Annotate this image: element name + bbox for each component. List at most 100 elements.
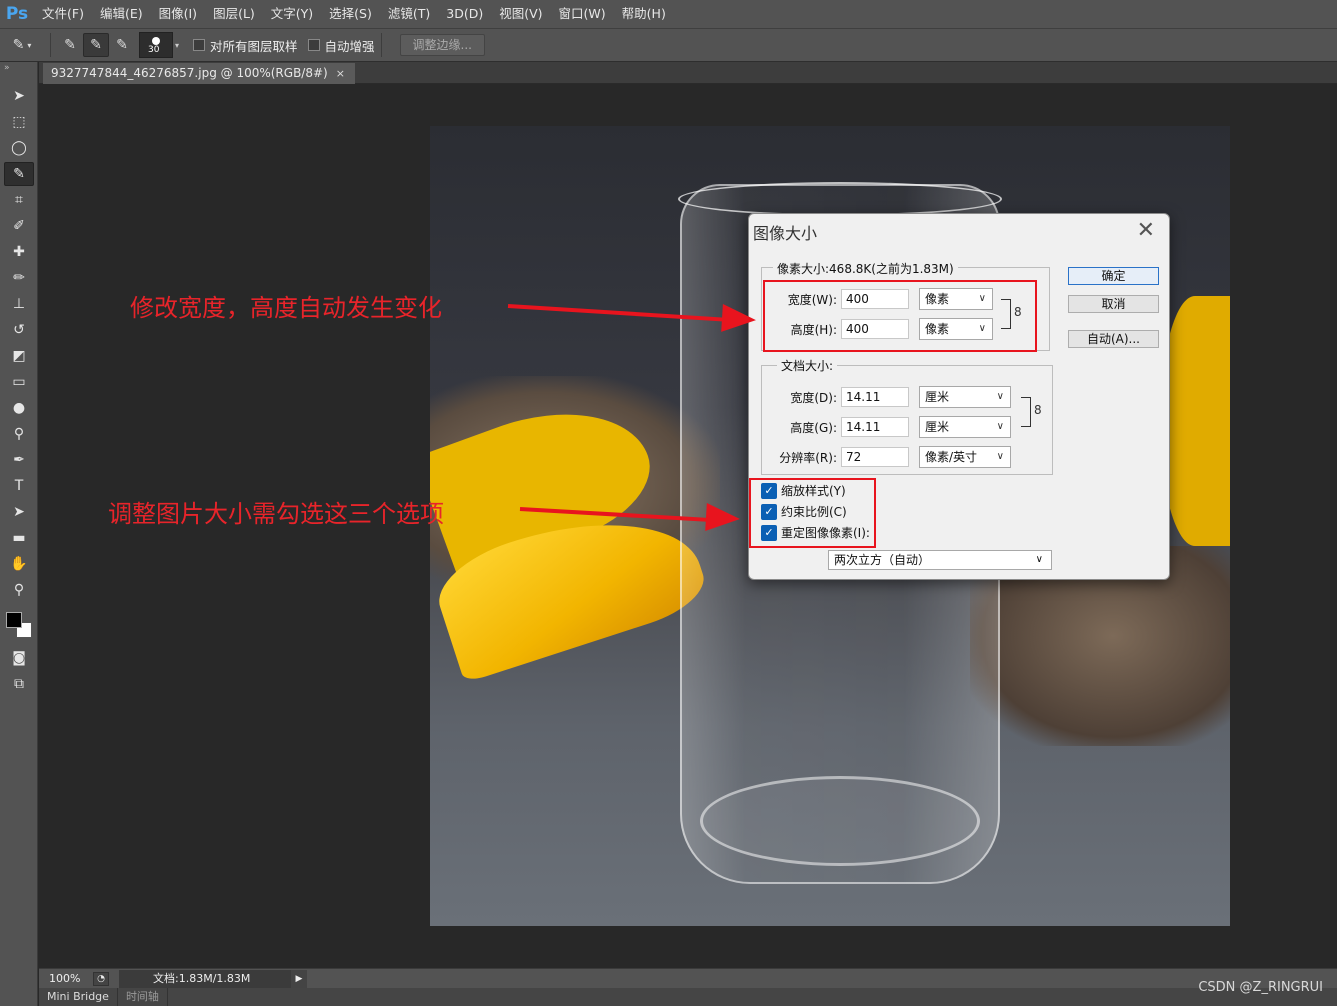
menu-window[interactable]: 窗口(W) — [551, 0, 614, 28]
menu-view[interactable]: 视图(V) — [491, 0, 550, 28]
doc-height-input[interactable]: 14.11 — [841, 417, 909, 437]
brush-tool-icon[interactable]: ✏ — [4, 266, 34, 290]
move-tool-icon[interactable]: ➤ — [4, 84, 34, 108]
pen-tool-icon[interactable]: ✒ — [4, 448, 34, 472]
quick-selection-icon: ✎ — [12, 37, 25, 53]
auto-button[interactable]: 自动(A)... — [1068, 330, 1159, 348]
path-selection-icon[interactable]: ➤ — [4, 500, 34, 524]
brush-tip-icon — [152, 37, 160, 45]
color-swatches[interactable] — [0, 604, 38, 644]
chevron-down-icon: ∨ — [1035, 554, 1043, 565]
status-menu-arrow-icon[interactable]: ▶ — [291, 969, 307, 988]
close-tab-icon[interactable]: × — [336, 63, 345, 84]
menu-help[interactable]: 帮助(H) — [614, 0, 674, 28]
options-bar: ✎ ▾ ✎ ✎ ✎ 30 ▾ 对所有图层取样 自动增强 调整边缘... — [0, 28, 1337, 62]
menu-image[interactable]: 图像(I) — [151, 0, 205, 28]
highlight-checkboxes — [749, 478, 876, 548]
type-tool-icon[interactable]: T — [4, 474, 34, 498]
menu-filter[interactable]: 滤镜(T) — [380, 0, 438, 28]
status-bar: 100% ◔ 文档:1.83M/1.83M ▶ — [39, 968, 1337, 988]
tools-panel: » ➤ ⬚ ◯ ✎ ⌗ ✐ ✚ ✏ ⊥ ↺ ◩ ▭ ● ⚲ ✒ T ➤ ▬ ✋ … — [0, 62, 38, 1006]
arrow-head-icon — [705, 503, 741, 533]
menu-file[interactable]: 文件(F) — [34, 0, 92, 28]
chain-link-icon: 8 — [1034, 403, 1042, 417]
bottom-panel-tabs: Mini Bridge 时间轴 — [39, 988, 1337, 1006]
tab-mini-bridge[interactable]: Mini Bridge — [39, 988, 118, 1006]
menu-select[interactable]: 选择(S) — [321, 0, 380, 28]
doc-link-bracket — [1021, 397, 1031, 427]
rectangle-tool-icon[interactable]: ▬ — [4, 526, 34, 550]
photo-glass-base — [700, 776, 980, 866]
doc-width-input[interactable]: 14.11 — [841, 387, 909, 407]
history-brush-icon[interactable]: ↺ — [4, 318, 34, 342]
resolution-input[interactable]: 72 — [841, 447, 909, 467]
subtract-selection-mode-button[interactable]: ✎ — [109, 33, 135, 57]
gradient-tool-icon[interactable]: ▭ — [4, 370, 34, 394]
doc-width-label: 宽度(D): — [790, 391, 837, 405]
quick-selection-tool-icon[interactable]: ✎ — [4, 162, 34, 186]
brush-size-picker[interactable]: 30 — [139, 32, 173, 58]
checkbox-box[interactable] — [193, 39, 205, 51]
screen-mode-icon[interactable]: ⧉ — [4, 672, 34, 696]
doc-width-unit-select[interactable]: 厘米 ∨ — [919, 386, 1011, 408]
zoom-tool-icon[interactable]: ⚲ — [4, 578, 34, 602]
document-tab[interactable]: 9327747844_46276857.jpg @ 100%(RGB/8#) × — [43, 63, 355, 84]
brush-add-icon: ✎ — [90, 37, 102, 53]
sample-all-layers-checkbox[interactable]: 对所有图层取样 — [193, 36, 298, 55]
chevron-down-icon: ∨ — [996, 421, 1004, 432]
watermark: CSDN @Z_RINGRUI — [1198, 980, 1323, 995]
tab-timeline[interactable]: 时间轴 — [118, 988, 168, 1006]
tool-preset-picker[interactable]: ✎ ▾ — [0, 32, 44, 58]
resample-method-select[interactable]: 两次立方（自动） ∨ — [828, 550, 1052, 570]
lasso-tool-icon[interactable]: ◯ — [4, 136, 34, 160]
document-size-status: 文档:1.83M/1.83M — [119, 969, 291, 988]
cancel-button[interactable]: 取消 — [1068, 295, 1159, 313]
annotation-note-width: 修改宽度，高度自动发生变化 — [130, 294, 442, 322]
status-info-icon[interactable]: ◔ — [93, 971, 109, 986]
divider — [50, 33, 51, 57]
clone-stamp-icon[interactable]: ⊥ — [4, 292, 34, 316]
chevron-down-icon: ∨ — [996, 391, 1004, 402]
eraser-tool-icon[interactable]: ◩ — [4, 344, 34, 368]
crop-tool-icon[interactable]: ⌗ — [4, 188, 34, 212]
add-selection-mode-button[interactable]: ✎ — [83, 33, 109, 57]
eyedropper-tool-icon[interactable]: ✐ — [4, 214, 34, 238]
chevron-down-icon: ∨ — [996, 451, 1004, 462]
document-tab-title: 9327747844_46276857.jpg @ 100%(RGB/8#) — [51, 66, 328, 80]
arrow-head-icon — [721, 303, 757, 335]
menu-3d[interactable]: 3D(D) — [438, 0, 491, 28]
panel-collapse-icon[interactable]: » — [0, 62, 37, 82]
menu-bar: Ps 文件(F) 编辑(E) 图像(I) 图层(L) 文字(Y) 选择(S) 滤… — [0, 0, 1337, 28]
foreground-color-swatch[interactable] — [6, 612, 22, 628]
menu-edit[interactable]: 编辑(E) — [92, 0, 151, 28]
healing-brush-icon[interactable]: ✚ — [4, 240, 34, 264]
chevron-down-icon[interactable]: ▾ — [175, 41, 183, 50]
quick-mask-icon[interactable]: ◙ — [4, 646, 34, 670]
dodge-tool-icon[interactable]: ⚲ — [4, 422, 34, 446]
brush-subtract-icon: ✎ — [116, 37, 128, 53]
document-size-legend: 文档大小: — [777, 357, 838, 374]
auto-enhance-checkbox[interactable]: 自动增强 — [307, 36, 375, 55]
doc-height-unit-select[interactable]: 厘米 ∨ — [919, 416, 1011, 438]
document-tab-strip: 9327747844_46276857.jpg @ 100%(RGB/8#) × — [39, 62, 1337, 84]
photo-glass-rim — [678, 182, 1002, 216]
resolution-unit-select[interactable]: 像素/英寸 ∨ — [919, 446, 1011, 468]
ok-button[interactable]: 确定 — [1068, 267, 1159, 285]
hand-tool-icon[interactable]: ✋ — [4, 552, 34, 576]
pixel-dimensions-legend: 像素大小:468.8K(之前为1.83M) — [773, 260, 958, 277]
marquee-tool-icon[interactable]: ⬚ — [4, 110, 34, 134]
blur-tool-icon[interactable]: ● — [4, 396, 34, 420]
new-selection-mode-button[interactable]: ✎ — [57, 33, 83, 57]
divider — [380, 33, 382, 57]
brush-size-value: 30 — [148, 45, 160, 55]
photo-lemon-right — [1160, 296, 1230, 546]
refine-edge-button[interactable]: 调整边缘... — [399, 34, 485, 56]
menu-type[interactable]: 文字(Y) — [263, 0, 321, 28]
doc-width-unit-value: 厘米 — [925, 390, 950, 404]
checkbox-box[interactable] — [307, 39, 320, 51]
doc-height-label: 高度(G): — [790, 421, 837, 435]
close-icon[interactable]: ✕ — [1137, 218, 1155, 244]
zoom-level[interactable]: 100% — [39, 972, 89, 985]
resolution-unit-value: 像素/英寸 — [925, 450, 978, 464]
menu-layer[interactable]: 图层(L) — [205, 0, 263, 28]
